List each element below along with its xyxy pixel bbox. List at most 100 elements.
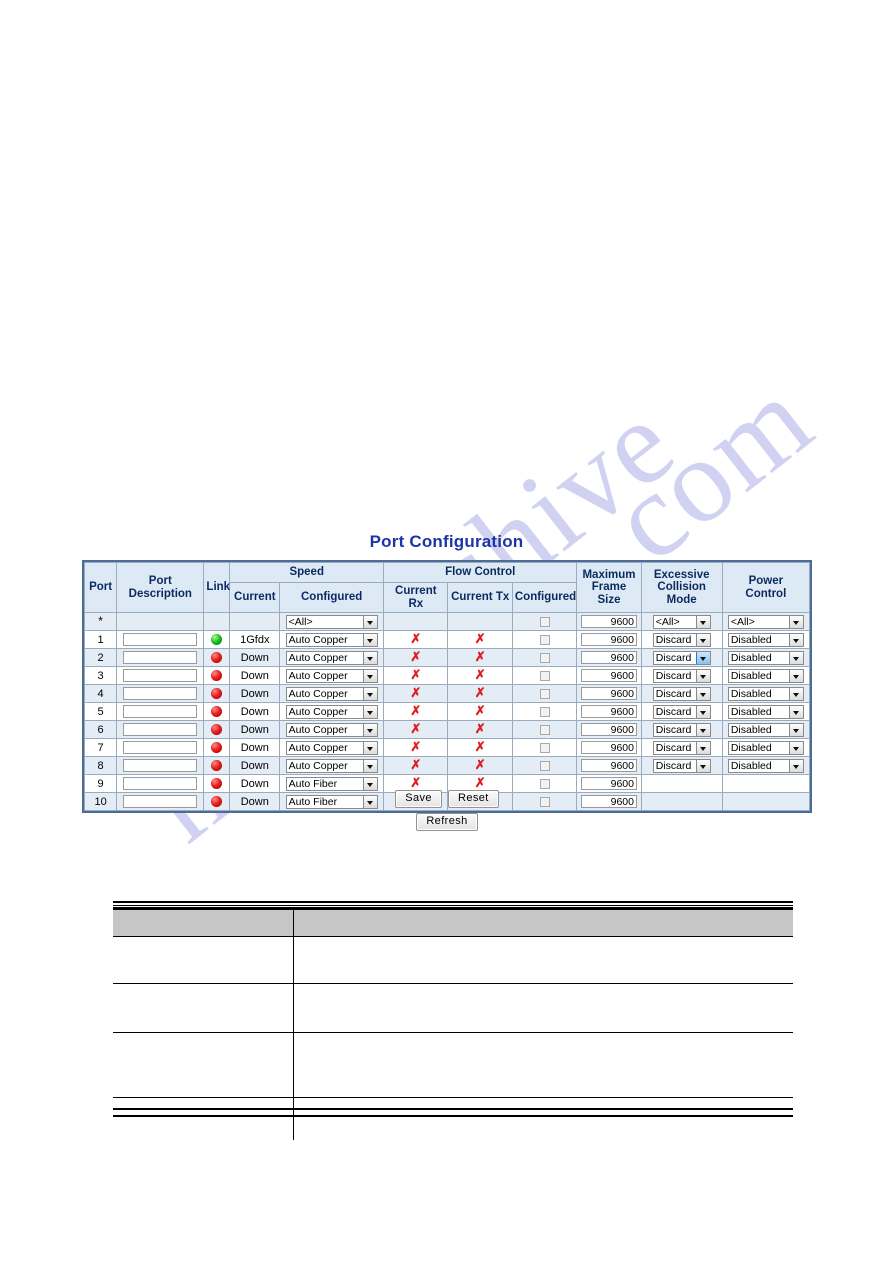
flow-control-checkbox[interactable] (539, 670, 550, 681)
excessive-collision-mode-select[interactable]: Discard (652, 650, 711, 665)
chevron-down-icon[interactable] (788, 669, 803, 682)
cell-flow-control-current-tx: ✗ (447, 684, 513, 704)
power-control-select[interactable]: Disabled (727, 632, 804, 647)
flow-control-checkbox[interactable] (539, 760, 550, 771)
cell-port-description (116, 684, 205, 704)
chevron-down-icon[interactable] (788, 723, 803, 736)
header-speed: Speed (229, 562, 385, 583)
chevron-down-icon[interactable] (788, 759, 803, 772)
maximum-frame-size-input[interactable] (580, 705, 637, 719)
flow-control-checkbox[interactable] (539, 688, 550, 699)
port-description-input[interactable] (123, 633, 198, 647)
chevron-down-icon[interactable] (362, 741, 377, 754)
maximum-frame-size-input[interactable] (580, 669, 637, 683)
power-control-select[interactable]: Disabled (727, 722, 804, 737)
speed-configured-select[interactable]: Auto Copper (285, 686, 378, 701)
chevron-down-icon[interactable] (695, 615, 710, 628)
speed-configured-select[interactable]: Auto Copper (285, 632, 378, 647)
maximum-frame-size-input[interactable] (580, 615, 637, 629)
chevron-down-icon[interactable] (362, 651, 377, 664)
chevron-down-icon[interactable] (695, 705, 710, 718)
table-row-all-ports: * <All> <All> <All> (83, 612, 811, 632)
chevron-down-icon[interactable] (788, 633, 803, 646)
speed-configured-select[interactable]: Auto Copper (285, 740, 378, 755)
port-description-input[interactable] (123, 651, 198, 665)
port-description-input[interactable] (123, 723, 198, 737)
chevron-down-icon[interactable] (362, 687, 377, 700)
port-description-input[interactable] (123, 741, 198, 755)
power-control-select[interactable]: Disabled (727, 740, 804, 755)
maximum-frame-size-input[interactable] (580, 633, 637, 647)
cell-port-description (116, 738, 205, 758)
maximum-frame-size-input[interactable] (580, 723, 637, 737)
chevron-down-icon[interactable] (362, 615, 377, 628)
cell-maximum-frame-size (576, 612, 642, 632)
description-table-top-rule (113, 901, 793, 910)
excessive-collision-mode-select[interactable]: Discard (652, 722, 711, 737)
speed-configured-select[interactable]: Auto Copper (285, 668, 378, 683)
cross-icon: ✗ (410, 649, 422, 665)
chevron-down-icon[interactable] (695, 651, 710, 664)
power-control-select[interactable]: Disabled (727, 686, 804, 701)
chevron-down-icon[interactable] (788, 741, 803, 754)
save-button[interactable]: Save (395, 790, 442, 808)
chevron-down-icon[interactable] (695, 759, 710, 772)
port-description-input[interactable] (123, 705, 198, 719)
chevron-down-icon[interactable] (695, 687, 710, 700)
chevron-down-icon[interactable] (695, 741, 710, 754)
cell-flow-control-current-rx: ✗ (383, 720, 449, 740)
refresh-button[interactable]: Refresh (416, 813, 478, 831)
description-table-row (113, 983, 793, 1033)
flow-control-checkbox[interactable] (539, 634, 550, 645)
power-control-select[interactable]: Disabled (727, 650, 804, 665)
chevron-down-icon[interactable] (788, 615, 803, 628)
cell-port-number: 8 (83, 756, 118, 776)
cell-speed-configured: Auto Copper (279, 648, 385, 668)
excessive-collision-mode-select[interactable]: Discard (652, 632, 711, 647)
flow-control-checkbox[interactable] (539, 616, 550, 627)
chevron-down-icon[interactable] (695, 723, 710, 736)
power-control-select[interactable]: <All> (727, 614, 804, 629)
chevron-down-icon[interactable] (362, 633, 377, 646)
chevron-down-icon[interactable] (362, 669, 377, 682)
excessive-collision-mode-select[interactable]: Discard (652, 668, 711, 683)
chevron-down-icon[interactable] (788, 687, 803, 700)
excessive-collision-mode-select[interactable]: Discard (652, 686, 711, 701)
maximum-frame-size-input[interactable] (580, 759, 637, 773)
link-down-led-icon (211, 760, 223, 772)
speed-configured-select[interactable]: Auto Copper (285, 704, 378, 719)
chevron-down-icon[interactable] (788, 705, 803, 718)
excessive-collision-mode-select[interactable]: Discard (652, 704, 711, 719)
chevron-down-icon[interactable] (788, 651, 803, 664)
reset-button[interactable]: Reset (447, 790, 499, 808)
flow-control-checkbox[interactable] (539, 742, 550, 753)
excessive-collision-mode-select[interactable]: <All> (652, 614, 711, 629)
power-control-select[interactable]: Disabled (727, 758, 804, 773)
speed-configured-select[interactable]: Auto Copper (285, 650, 378, 665)
chevron-down-icon[interactable] (362, 723, 377, 736)
header-excessive-collision-mode-line1: Excessive (653, 568, 710, 581)
power-control-select-value: Disabled (730, 741, 772, 754)
flow-control-checkbox[interactable] (539, 706, 550, 717)
chevron-down-icon[interactable] (695, 669, 710, 682)
maximum-frame-size-input[interactable] (580, 687, 637, 701)
excessive-collision-mode-select[interactable]: Discard (652, 758, 711, 773)
power-control-select[interactable]: Disabled (727, 668, 804, 683)
port-description-input[interactable] (123, 759, 198, 773)
chevron-down-icon[interactable] (362, 705, 377, 718)
power-control-select[interactable]: Disabled (727, 704, 804, 719)
port-description-input[interactable] (123, 687, 198, 701)
flow-control-checkbox[interactable] (539, 652, 550, 663)
chevron-down-icon[interactable] (695, 633, 710, 646)
speed-configured-select[interactable]: Auto Copper (285, 722, 378, 737)
chevron-down-icon[interactable] (362, 759, 377, 772)
cell-speed-configured: Auto Copper (279, 666, 385, 686)
speed-configured-select[interactable]: <All> (285, 614, 378, 629)
excessive-collision-mode-select[interactable]: Discard (652, 740, 711, 755)
speed-configured-select[interactable]: Auto Copper (285, 758, 378, 773)
description-detail-cell (293, 983, 793, 1033)
flow-control-checkbox[interactable] (539, 724, 550, 735)
port-description-input[interactable] (123, 669, 198, 683)
maximum-frame-size-input[interactable] (580, 651, 637, 665)
maximum-frame-size-input[interactable] (580, 741, 637, 755)
